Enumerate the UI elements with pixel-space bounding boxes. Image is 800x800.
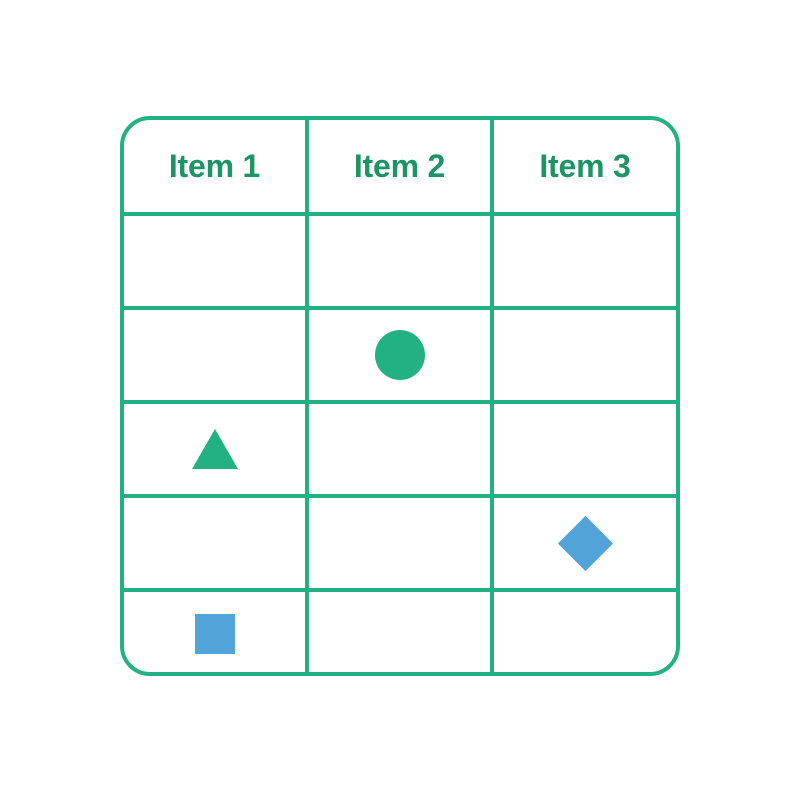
table-cell-r1c1 bbox=[124, 216, 305, 306]
header-cell-item-2: Item 2 bbox=[353, 147, 446, 184]
table-cell-r2c2 bbox=[309, 310, 490, 400]
table-cell-r4c3 bbox=[494, 498, 676, 588]
table-cell-r2c3 bbox=[494, 310, 676, 400]
table-cell-r3c3 bbox=[494, 404, 676, 494]
table-cell-r5c1 bbox=[124, 592, 305, 676]
table-cell-r4c2 bbox=[309, 498, 490, 588]
header-cell-item-3: Item 3 bbox=[539, 147, 631, 184]
diagram-canvas: Item 1 Item 2 Item 3 bbox=[0, 0, 800, 800]
circle-icon bbox=[374, 330, 425, 380]
table-cell-r2c1 bbox=[124, 310, 305, 400]
table-cell-r1c2 bbox=[309, 216, 490, 306]
table-cell-r5c3 bbox=[494, 592, 676, 676]
triangle-icon bbox=[191, 429, 238, 469]
table-cells: Item 1 Item 2 Item 3 bbox=[124, 120, 676, 672]
table-cell-r1c3 bbox=[494, 216, 676, 306]
shape-grid-table: Item 1 Item 2 Item 3 bbox=[120, 116, 680, 676]
header-cell-item-1: Item 1 bbox=[168, 147, 261, 184]
square-icon bbox=[194, 614, 235, 654]
table-cell-r4c1 bbox=[124, 498, 305, 588]
table-cell-r5c2 bbox=[309, 592, 490, 676]
diamond-icon bbox=[557, 515, 613, 571]
table-cell-r3c1 bbox=[124, 404, 305, 494]
table-cell-r3c2 bbox=[309, 404, 490, 494]
